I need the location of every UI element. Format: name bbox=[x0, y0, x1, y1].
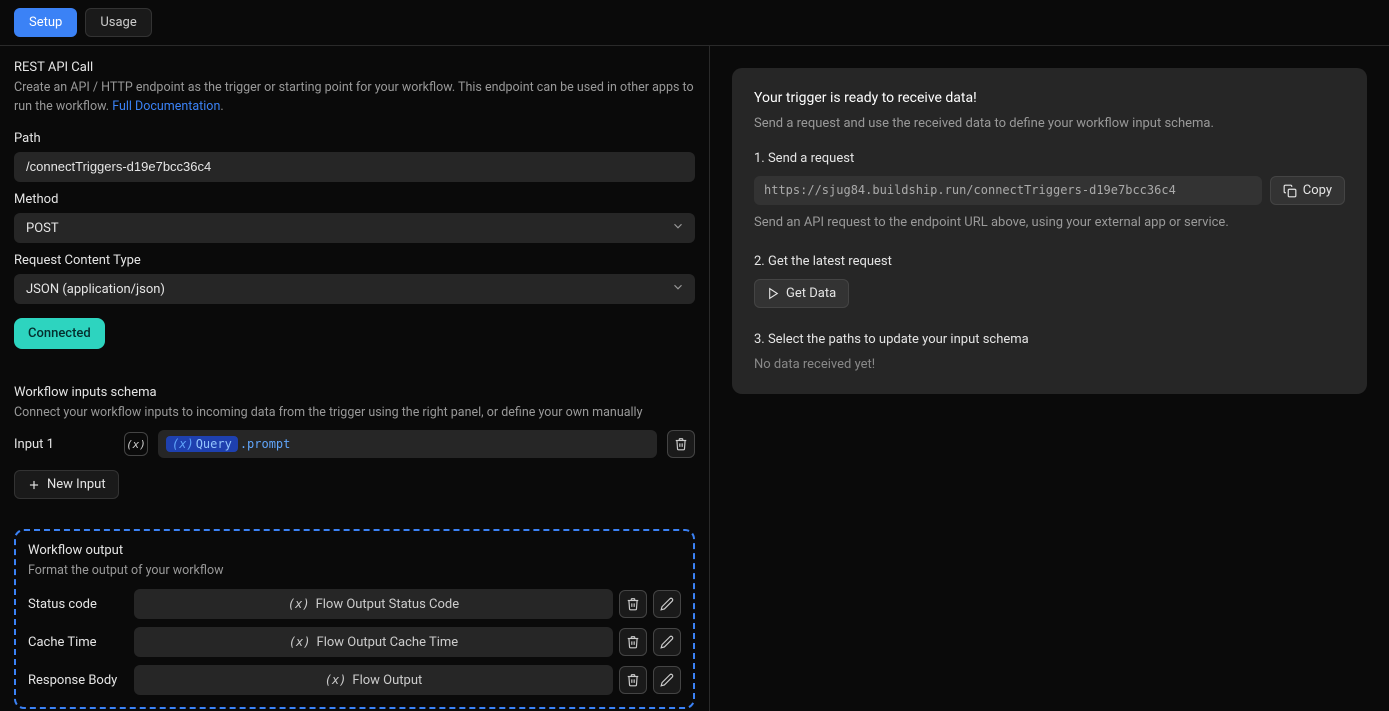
query-token: (x)Query bbox=[166, 436, 238, 452]
output-block: Workflow output Format the output of you… bbox=[14, 529, 695, 709]
output-row: Cache Time (x) Flow Output Cache Time bbox=[28, 627, 681, 657]
output-value[interactable]: (x) Flow Output Cache Time bbox=[134, 627, 613, 657]
method-select[interactable]: POST bbox=[14, 213, 695, 243]
output-value-text: Flow Output Cache Time bbox=[317, 635, 459, 650]
documentation-link[interactable]: Full Documentation bbox=[112, 99, 220, 114]
no-data-text: No data received yet! bbox=[754, 357, 1345, 372]
get-data-label: Get Data bbox=[786, 286, 836, 301]
output-label: Cache Time bbox=[28, 635, 128, 650]
step-3-title: 3. Select the paths to update your input… bbox=[754, 332, 1345, 347]
delete-input-button[interactable] bbox=[667, 430, 695, 458]
config-panel: REST API Call Create an API / HTTP endpo… bbox=[0, 46, 710, 711]
connected-badge: Connected bbox=[14, 318, 105, 349]
method-label: Method bbox=[14, 192, 695, 207]
variable-icon: (x) bbox=[325, 673, 347, 687]
edit-output-button[interactable] bbox=[653, 628, 681, 656]
output-title: Workflow output bbox=[28, 543, 681, 558]
delete-output-button[interactable] bbox=[619, 666, 647, 694]
schema-title: Workflow inputs schema bbox=[14, 385, 695, 400]
schema-desc: Connect your workflow inputs to incoming… bbox=[14, 404, 695, 423]
edit-output-button[interactable] bbox=[653, 666, 681, 694]
copy-button[interactable]: Copy bbox=[1270, 176, 1345, 205]
new-input-button[interactable]: New Input bbox=[14, 470, 119, 499]
output-label: Status code bbox=[28, 597, 128, 612]
expression-input[interactable]: (x)Query .prompt bbox=[158, 430, 657, 458]
token-label: Query bbox=[196, 437, 232, 451]
variable-icon: (x) bbox=[288, 597, 310, 611]
output-value-text: Flow Output bbox=[352, 673, 422, 688]
copy-label: Copy bbox=[1303, 183, 1332, 198]
endpoint-url[interactable]: https://sjug84.buildship.run/connectTrig… bbox=[754, 176, 1262, 205]
step-1-note: Send an API request to the endpoint URL … bbox=[754, 215, 1345, 230]
path-label: Path bbox=[14, 131, 695, 146]
guide-card: Your trigger is ready to receive data! S… bbox=[732, 68, 1367, 394]
tab-setup[interactable]: Setup bbox=[14, 8, 77, 37]
delete-output-button[interactable] bbox=[619, 590, 647, 618]
output-value[interactable]: (x) Flow Output bbox=[134, 665, 613, 695]
output-label: Response Body bbox=[28, 673, 128, 688]
content-type-label: Request Content Type bbox=[14, 253, 695, 268]
step-2-title: 2. Get the latest request bbox=[754, 254, 1345, 269]
content-type-select[interactable]: JSON (application/json) bbox=[14, 274, 695, 304]
period: . bbox=[220, 99, 223, 114]
tab-usage[interactable]: Usage bbox=[85, 8, 151, 37]
tab-bar: Setup Usage bbox=[0, 0, 1389, 46]
api-title: REST API Call bbox=[14, 60, 695, 75]
output-value[interactable]: (x) Flow Output Status Code bbox=[134, 589, 613, 619]
guide-panel: Your trigger is ready to receive data! S… bbox=[710, 46, 1389, 711]
guide-desc: Send a request and use the received data… bbox=[754, 116, 1345, 131]
step-1-title: 1. Send a request bbox=[754, 151, 1345, 166]
guide-title: Your trigger is ready to receive data! bbox=[754, 90, 1345, 106]
edit-output-button[interactable] bbox=[653, 590, 681, 618]
output-desc: Format the output of your workflow bbox=[28, 562, 681, 581]
output-row: Status code (x) Flow Output Status Code bbox=[28, 589, 681, 619]
api-desc: Create an API / HTTP endpoint as the tri… bbox=[14, 79, 695, 117]
path-input[interactable] bbox=[14, 152, 695, 182]
input-1-label: Input 1 bbox=[14, 437, 114, 452]
output-value-text: Flow Output Status Code bbox=[316, 597, 460, 612]
output-row: Response Body (x) Flow Output bbox=[28, 665, 681, 695]
get-data-button[interactable]: Get Data bbox=[754, 279, 849, 308]
new-input-label: New Input bbox=[47, 477, 106, 492]
variable-icon: (x) bbox=[289, 635, 311, 649]
delete-output-button[interactable] bbox=[619, 628, 647, 656]
expr-suffix: .prompt bbox=[240, 437, 291, 451]
variable-icon[interactable]: (x) bbox=[124, 432, 148, 456]
input-row: Input 1 (x) (x)Query .prompt bbox=[14, 430, 695, 458]
